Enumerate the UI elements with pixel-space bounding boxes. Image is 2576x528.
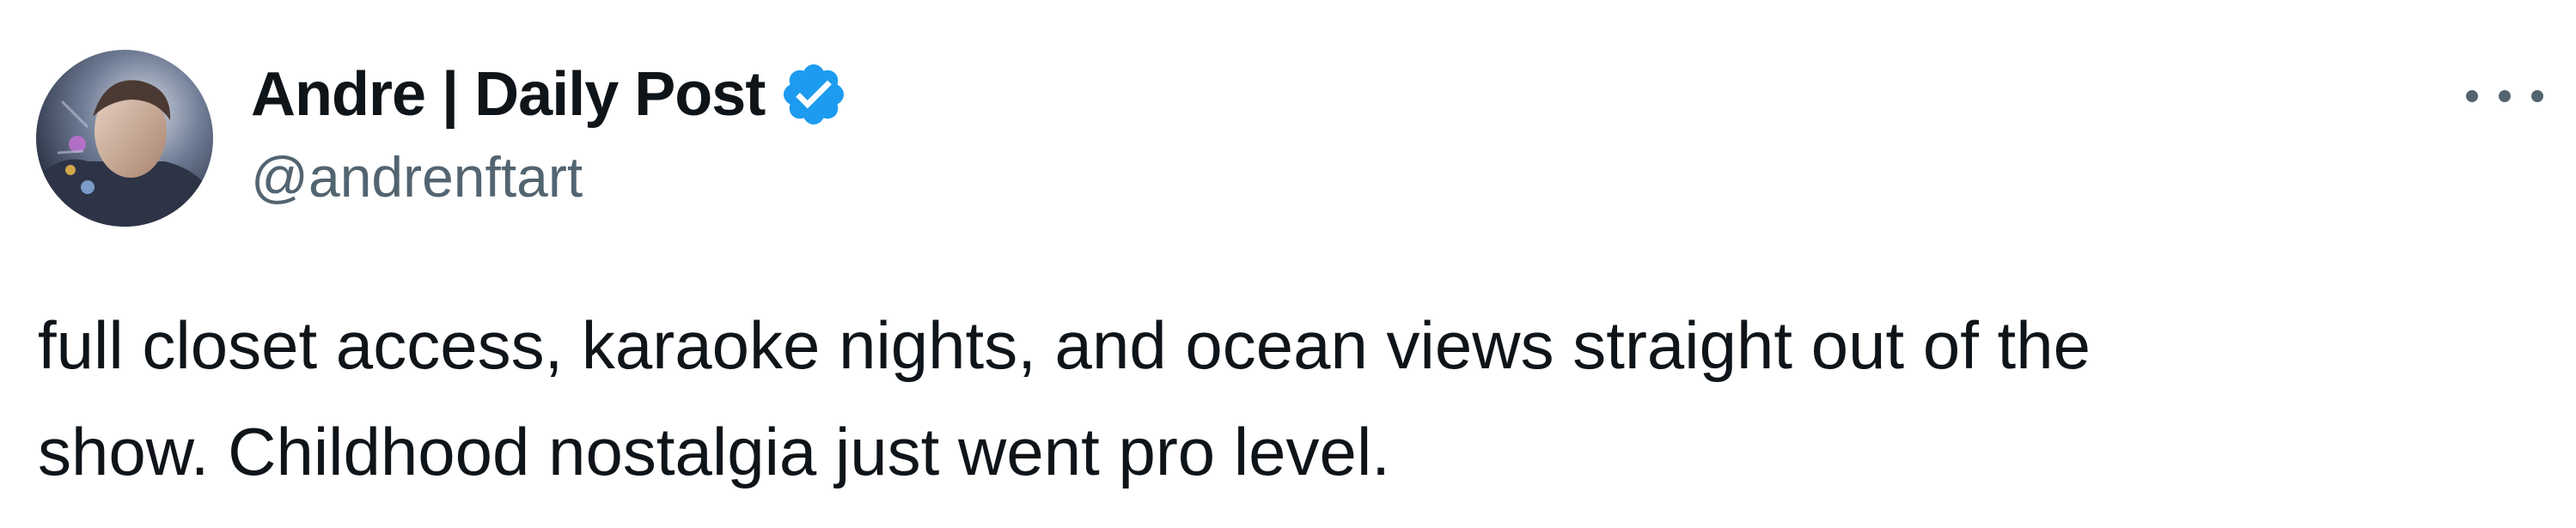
verified-badge-icon[interactable] (778, 59, 849, 130)
tweet-card: Andre | Daily Post @andrenftart full clo… (0, 0, 2576, 528)
tweet-text-line: full closet access, karaoke nights, and … (38, 307, 2091, 383)
more-dot (2466, 90, 2478, 102)
author-display-name[interactable]: Andre | Daily Post (251, 59, 766, 130)
more-options-icon[interactable] (2466, 79, 2543, 113)
more-dot (2499, 90, 2511, 102)
tweet-text: full closet access, karaoke nights, and … (38, 292, 2512, 505)
avatar-image (36, 50, 213, 227)
more-dot (2531, 90, 2543, 102)
tweet-text-line: show. Childhood nostalgia just went pro … (38, 414, 1390, 489)
author-name-row: Andre | Daily Post (251, 58, 849, 130)
author-avatar[interactable] (36, 50, 213, 227)
author-handle[interactable]: @andrenftart (251, 144, 583, 209)
